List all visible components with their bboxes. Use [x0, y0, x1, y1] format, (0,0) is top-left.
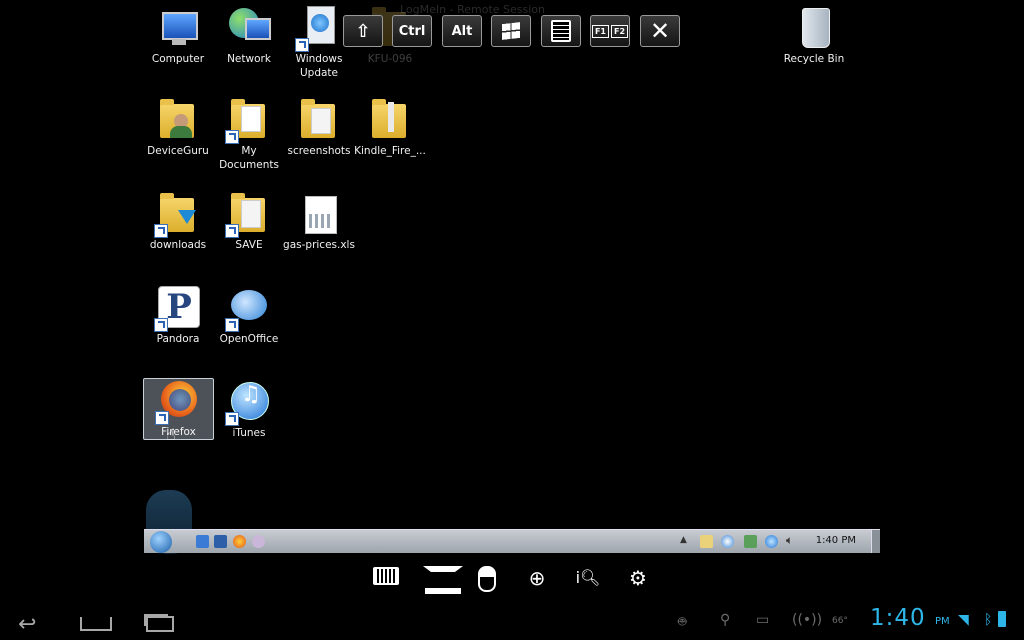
spreadsheet-icon: [297, 192, 341, 236]
desktop-icon-save[interactable]: SAVE: [213, 192, 285, 252]
screen-layout-icon[interactable]: [423, 566, 463, 590]
desktop-icon-label: iTunes: [232, 427, 266, 439]
function-keys-button[interactable]: F1 F2: [590, 15, 630, 47]
desktop-icon-label: Recycle Bin: [783, 53, 845, 65]
desktop-icon-recycle-bin[interactable]: Recycle Bin: [778, 6, 850, 66]
desktop-icon-label: SAVE: [235, 239, 263, 251]
bluetooth-icon: ᛒ: [984, 612, 993, 628]
mouse-icon[interactable]: [474, 566, 500, 592]
f2-label: F2: [611, 24, 629, 38]
desktop-icon-label: Windows Update: [295, 53, 343, 79]
android-debug-icon: 🤖︎: [678, 614, 687, 630]
shift-arrow-icon: ⇧: [355, 20, 371, 42]
alt-label: Alt: [451, 23, 473, 39]
close-session-button[interactable]: ✕: [640, 15, 680, 47]
back-nav-icon[interactable]: ↩: [18, 612, 36, 637]
status-clock-ampm: PM: [935, 616, 950, 627]
firefox-icon: [154, 379, 201, 425]
desktop-icon-downloads[interactable]: downloads: [142, 192, 214, 252]
desktop-icon-label: screenshots: [287, 145, 351, 157]
desktop-icon-label: gas-prices.xls: [283, 239, 355, 251]
start-button[interactable]: [150, 531, 172, 553]
firefox-taskbar-icon[interactable]: [233, 535, 246, 548]
windows-taskbar: ▲ 🔈︎ 1:40 PM: [144, 529, 880, 553]
tray-volume-icon[interactable]: 🔈︎: [786, 533, 793, 548]
taskbar-clock[interactable]: 1:40 PM: [816, 535, 856, 546]
desktop-icon-label: OpenOffice: [219, 333, 279, 345]
desktop-icon-my-documents[interactable]: My Documents: [213, 98, 285, 172]
desktop-icon-deviceguru[interactable]: DeviceGuru: [142, 98, 214, 158]
tray-globe-icon[interactable]: [765, 535, 778, 548]
ctrl-label: Ctrl: [398, 23, 426, 39]
network-icon: [227, 6, 271, 50]
show-desktop-icon[interactable]: [196, 535, 209, 548]
windows-logo-icon: [502, 22, 520, 40]
context-menu-button[interactable]: [541, 15, 581, 47]
usb-icon: ⚲: [720, 612, 731, 628]
app-taskbar-icon[interactable]: [252, 535, 265, 548]
keyboard-icon[interactable]: [373, 566, 399, 590]
recycle-bin-icon: [792, 6, 836, 50]
hand-cursor-icon: ☝: [166, 425, 176, 444]
battery-icon: [998, 611, 1006, 627]
screenshot-icon: ▭: [756, 612, 770, 628]
desktop-icon-label: DeviceGuru: [147, 145, 209, 157]
desktop-icon-kindle-fire[interactable]: Kindle_Fire_...: [354, 98, 426, 158]
folder-icon: [297, 98, 341, 142]
user-folder-icon: [156, 98, 200, 142]
settings-gear-icon[interactable]: ⚙: [625, 566, 651, 590]
desktop-icon-openoffice[interactable]: OpenOffice: [213, 286, 285, 346]
tray-expand-icon[interactable]: ▲: [680, 535, 687, 545]
folder-icon: [225, 192, 271, 238]
desktop-icon-label: My Documents: [219, 145, 279, 171]
explorer-taskbar-icon[interactable]: [214, 535, 227, 548]
desktop-icon-network[interactable]: Network: [213, 6, 285, 66]
itunes-icon: ♫: [225, 380, 271, 426]
menu-list-icon: [551, 20, 571, 42]
desktop-icon-label: Pandora: [156, 333, 200, 345]
recent-apps-icon[interactable]: [146, 612, 174, 632]
desktop-icon-firefox[interactable]: Firefox: [143, 378, 214, 440]
desktop-icon-itunes[interactable]: ♫ iTunes: [213, 380, 285, 440]
desktop-icon-screenshots[interactable]: screenshots: [283, 98, 355, 158]
zoom-in-icon[interactable]: ⊕: [524, 566, 550, 590]
windows-update-icon: [295, 6, 341, 52]
hotspot-icon: ((•)): [792, 612, 823, 628]
pandora-icon: P: [154, 286, 200, 332]
tray-logmein-icon[interactable]: [721, 535, 734, 548]
tray-flag-icon[interactable]: [700, 535, 713, 548]
close-icon: ✕: [649, 17, 671, 45]
desktop-icon-label: Kindle_Fire_...: [354, 145, 426, 157]
show-desktop-button[interactable]: [871, 530, 880, 553]
folder-icon: [368, 98, 412, 142]
desktop-icon-label: Computer: [151, 53, 205, 65]
computer-icon: [156, 6, 200, 50]
desktop-icon-pandora[interactable]: P Pandora: [142, 286, 214, 346]
desktop-icon-label: Firefox: [161, 426, 196, 438]
desktop-icon-label: KFU-096: [367, 53, 413, 65]
shift-key-button[interactable]: ⇧: [343, 15, 383, 47]
desktop-icon-label: downloads: [149, 239, 207, 251]
desktop-icon-computer[interactable]: Computer: [142, 6, 214, 66]
desktop-icon-label: Network: [227, 53, 271, 65]
f1-label: F1: [591, 24, 609, 38]
desktop-icon-gas-prices[interactable]: gas-prices.xls: [283, 192, 355, 252]
info-search-icon[interactable]: i🔍︎: [575, 566, 601, 590]
ctrl-key-button[interactable]: Ctrl: [392, 15, 432, 47]
alt-key-button[interactable]: Alt: [442, 15, 482, 47]
status-clock: 1:40: [870, 605, 926, 631]
wifi-icon: ◥: [958, 612, 969, 628]
tray-network-icon[interactable]: [744, 535, 757, 548]
windows-key-button[interactable]: [491, 15, 531, 47]
home-nav-icon[interactable]: [80, 612, 112, 631]
downloads-folder-icon: [154, 192, 200, 238]
documents-folder-icon: [225, 98, 271, 144]
temperature-readout: 66°: [832, 616, 848, 626]
openoffice-icon: [225, 286, 271, 332]
